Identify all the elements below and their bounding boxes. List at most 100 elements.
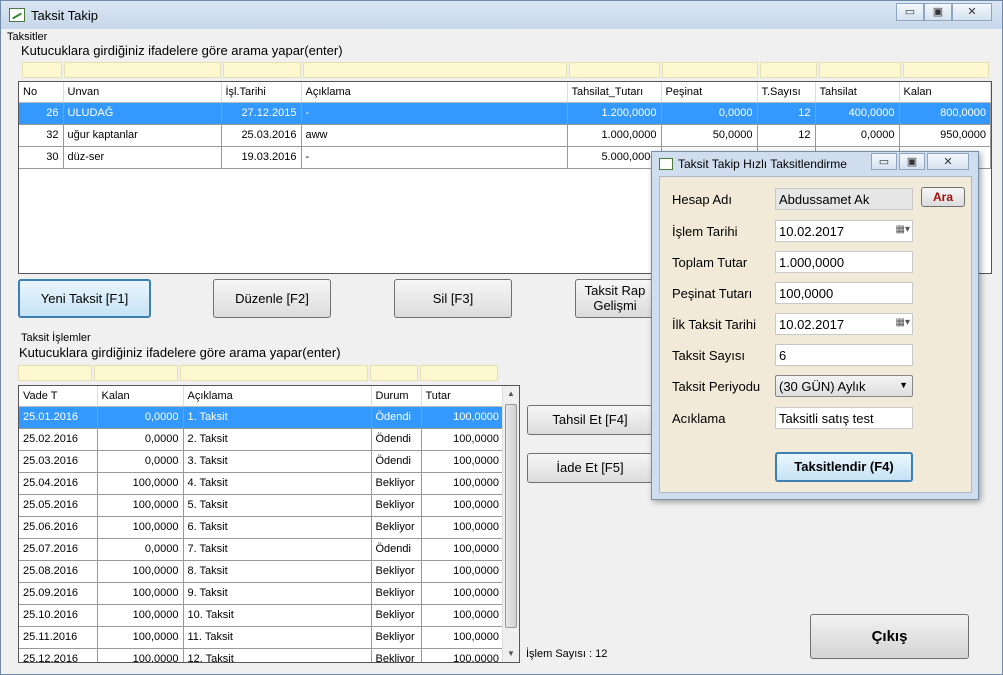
filter-aciklama[interactable]	[303, 62, 567, 78]
cell: -	[301, 146, 568, 169]
cell: 9. Taksit	[183, 582, 372, 605]
filter-no[interactable]	[22, 62, 62, 78]
filter-tahsilat[interactable]	[819, 62, 901, 78]
new-installment-button[interactable]: Yeni Taksit [F1]	[18, 279, 151, 318]
edit-button[interactable]: Düzenle [F2]	[213, 279, 331, 318]
cell: 25.06.2016	[19, 516, 98, 539]
dialog-maximize-button[interactable]: ▣	[899, 153, 925, 170]
col-header[interactable]: Açıklama	[183, 386, 372, 407]
col-header[interactable]: Açıklama	[301, 82, 568, 103]
report-button[interactable]: Taksit Rap Gelişmi	[575, 279, 655, 318]
table-row[interactable]: 25.12.2016 100,0000 12. Taksit Bekliyor 100,…	[19, 648, 504, 662]
cell: Bekliyor	[371, 560, 422, 583]
dialog-minimize-button[interactable]: ▭	[871, 153, 897, 170]
table-row[interactable]: 25.03.2016 0,0000 3. Taksit Ödendi 100,0000	[19, 450, 504, 473]
cell: -	[301, 102, 568, 125]
col-header[interactable]: Kalan	[899, 82, 991, 103]
pesinat-label: Peşinat Tutarı	[672, 286, 753, 301]
table-row[interactable]: 25.11.2016 100,0000 11. Taksit Bekliyor 100,…	[19, 626, 504, 649]
cell: 100,0000	[97, 626, 184, 649]
window-title: Taksit Takip	[31, 8, 98, 23]
filter-kalan[interactable]	[903, 62, 989, 78]
scroll-thumb[interactable]	[505, 404, 517, 628]
col-header[interactable]: T.Sayısı	[757, 82, 816, 103]
table-row[interactable]: 25.06.2016 100,0000 6. Taksit Bekliyor 100,0…	[19, 516, 504, 539]
taksit-sayisi-field[interactable]: 6	[775, 344, 913, 366]
cell: aww	[301, 124, 568, 147]
dialog-close-button[interactable]: ✕	[927, 153, 969, 170]
table-row[interactable]: 25.01.2016 0,0000 1. Taksit Ödendi 100,0000	[19, 406, 504, 429]
islem-tarihi-field[interactable]: 10.02.2017 ▦▾	[775, 220, 913, 242]
cell: 6. Taksit	[183, 516, 372, 539]
col-header[interactable]: Tahsilat	[815, 82, 900, 103]
table-row[interactable]: 25.02.2016 0,0000 2. Taksit Ödendi 100,0000	[19, 428, 504, 451]
table-row[interactable]: 25.05.2016 100,0000 5. Taksit Bekliyor 100,0…	[19, 494, 504, 517]
cell: 5. Taksit	[183, 494, 372, 517]
vertical-scrollbar[interactable]: ▲ ▼	[502, 386, 519, 662]
cell: 100,0000	[97, 582, 184, 605]
collect-button[interactable]: Tahsil Et [F4]	[527, 405, 653, 435]
col-header[interactable]: Unvan	[63, 82, 222, 103]
ara-button[interactable]: Ara	[921, 187, 965, 207]
hesap-field[interactable]: Abdussamet Ak	[775, 188, 913, 210]
ilk-taksit-field[interactable]: 10.02.2017 ▦▾	[775, 313, 913, 335]
report-button-line2: Gelişmi	[593, 298, 637, 313]
maximize-button[interactable]: ▣	[924, 3, 952, 21]
record-count: İşlem Sayısı : 12	[526, 648, 608, 660]
filter-kalan2[interactable]	[94, 365, 178, 381]
col-header[interactable]: Peşinat	[661, 82, 758, 103]
filter-tahsilat-tutari[interactable]	[569, 62, 660, 78]
close-button[interactable]: ✕	[952, 3, 992, 21]
filter-tarih[interactable]	[223, 62, 301, 78]
title-bar: Taksit Takip ▭ ▣ ✕	[1, 1, 1002, 29]
taksit-periyodu-select[interactable]: (30 GÜN) Aylık ▼	[775, 375, 913, 397]
exit-button[interactable]: Çıkış	[810, 614, 969, 659]
cell: 0,0000	[815, 124, 900, 147]
col-header[interactable]: İşl.Tarihi	[221, 82, 302, 103]
taksit-islemler-table: Vade T Kalan Açıklama Durum Tutar 25.01.…	[18, 385, 520, 663]
filter-tutar[interactable]	[420, 365, 498, 381]
scroll-down-arrow-icon[interactable]: ▼	[503, 646, 519, 662]
cell: 0,0000	[97, 406, 184, 429]
table-row[interactable]: 26 ULUDAĞ 27.12.2015-1.200,0000 0,0000 12 400…	[19, 102, 991, 125]
minimize-button[interactable]: ▭	[896, 3, 924, 21]
refund-button[interactable]: İade Et [F5]	[527, 453, 653, 483]
cell: 0,0000	[661, 102, 758, 125]
filter-aciklama2[interactable]	[180, 365, 368, 381]
filter-durum[interactable]	[370, 365, 418, 381]
col-header[interactable]: Tutar	[421, 386, 504, 407]
filter-unvan[interactable]	[64, 62, 221, 78]
col-header[interactable]: Tahsilat_Tutarı	[567, 82, 662, 103]
calendar-dropdown-icon[interactable]: ▦▾	[896, 317, 910, 328]
table-row[interactable]: 32 uğur kaptanlar 25.03.2016 aww 1.000,0000 5…	[19, 124, 991, 147]
table-row[interactable]: 25.10.2016 100,0000 10. Taksit Bekliyor 100,…	[19, 604, 504, 627]
col-header[interactable]: No	[19, 82, 64, 103]
hesap-label: Hesap Adı	[672, 192, 732, 207]
table-row[interactable]: 25.09.2016 100,0000 9. Taksit Bekliyor 100,0…	[19, 582, 504, 605]
delete-button[interactable]: Sil [F3]	[394, 279, 512, 318]
filter-tsayisi[interactable]	[760, 62, 817, 78]
col-header[interactable]: Durum	[371, 386, 422, 407]
table-row[interactable]: 25.07.2016 0,0000 7. Taksit Ödendi 100,0000	[19, 538, 504, 561]
cell: 100,0000	[97, 560, 184, 583]
col-header[interactable]: Kalan	[97, 386, 184, 407]
table-row[interactable]: 25.08.2016 100,0000 8. Taksit Bekliyor 100,0…	[19, 560, 504, 583]
cell: 25.11.2016	[19, 626, 98, 649]
cell: 400,0000	[815, 102, 900, 125]
cell: 2. Taksit	[183, 428, 372, 451]
calendar-dropdown-icon[interactable]: ▦▾	[896, 224, 910, 235]
scroll-up-arrow-icon[interactable]: ▲	[503, 386, 519, 402]
cell: 1.200,0000	[567, 102, 662, 125]
taksitlendir-button[interactable]: Taksitlendir (F4)	[775, 452, 913, 482]
filter-vade[interactable]	[18, 365, 92, 381]
pesinat-field[interactable]: 100,0000	[775, 282, 913, 304]
col-header[interactable]: Vade T	[19, 386, 98, 407]
filter-pesinat[interactable]	[662, 62, 758, 78]
toplam-tutar-field[interactable]: 1.000,0000	[775, 251, 913, 273]
cell: 25.10.2016	[19, 604, 98, 627]
cell: 25.05.2016	[19, 494, 98, 517]
table-row[interactable]: 25.04.2016 100,0000 4. Taksit Bekliyor 100,0…	[19, 472, 504, 495]
cell: 19.03.2016	[221, 146, 302, 169]
cell: 25.02.2016	[19, 428, 98, 451]
aciklama-field[interactable]: Taksitli satış test	[775, 407, 913, 429]
